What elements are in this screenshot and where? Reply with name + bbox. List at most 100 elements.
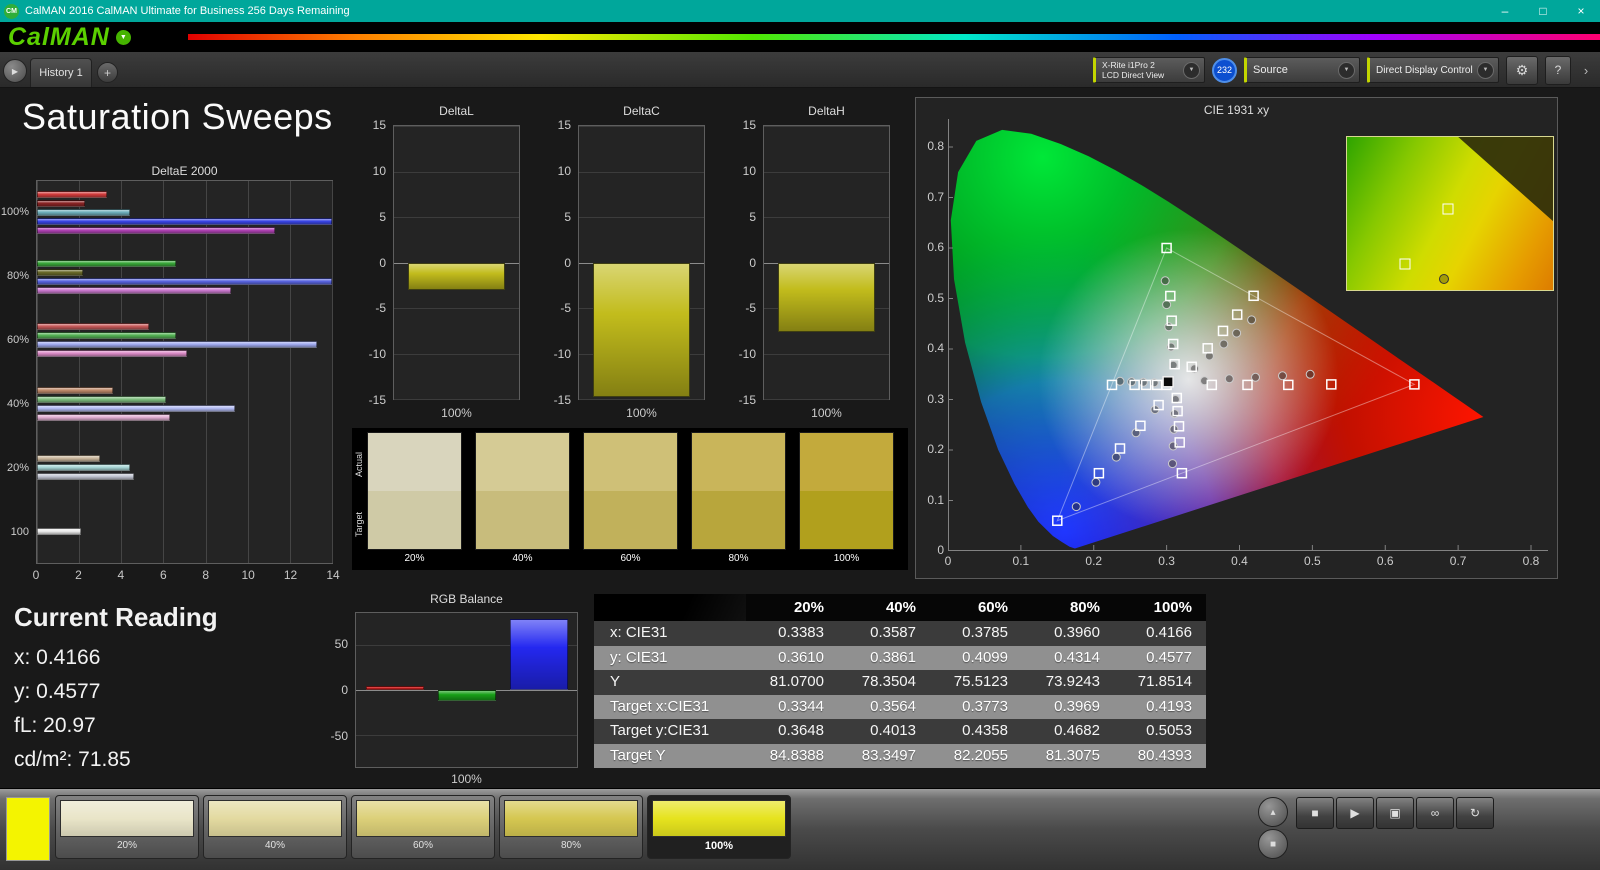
patch-button-100%[interactable]: 100% [647,795,791,859]
cie-axis-label: 0 [937,543,944,557]
deltac-xlabel: 100% [626,406,657,420]
axis-label: -10 [738,347,756,362]
actual-target-swatch: 20% [367,432,462,568]
cie-measured-point [1247,315,1257,325]
cie-measured-point [1305,369,1315,379]
swatch-colors [475,432,570,550]
table-cell: 75.5123 [930,670,1022,695]
swatch-actual-color [692,433,785,491]
deltae-bar [37,341,318,349]
cie-inset-target-point [1442,203,1454,215]
chevron-down-icon: ▼ [1477,61,1494,79]
rgb-balance-chart: RGB Balance 50 0 -50 100% [328,590,584,790]
cie-axis-label: 0.6 [1376,554,1394,568]
rgb-balance-title: RGB Balance [430,592,503,606]
deltae-bar [37,386,113,394]
source-dropdown[interactable]: Source ▼ [1244,57,1360,83]
collapse-up-button[interactable]: ▴ [1258,797,1288,827]
cie-axis-label: 0.2 [927,442,944,456]
axis-label: 15 [372,118,386,132]
save-button[interactable]: ▣ [1376,797,1414,829]
help-button[interactable]: ? [1545,55,1571,85]
axis-label: 0 [564,255,571,270]
patch-swatch [208,800,342,837]
swatch-actual-color [476,433,569,491]
tab-history-1[interactable]: History 1 [30,58,92,87]
settings-button[interactable]: ⚙ [1506,55,1538,85]
patch-button-20%[interactable]: 20% [55,795,199,859]
swatch-target-color [800,491,893,549]
gridline [356,735,577,737]
axis-label: -5 [745,301,756,316]
pattern-window-button[interactable]: ■ [1258,829,1288,859]
table-cell: 0.3648 [746,719,838,744]
table-row-label: x: CIE31 [594,621,746,646]
current-reading-heading: Current Reading [14,602,218,632]
deltae-gridline [332,181,333,563]
refresh-button[interactable]: ↻ [1456,797,1494,829]
play-button[interactable]: ▶ [1336,797,1374,829]
continuous-button[interactable]: ∞ [1416,797,1454,829]
deltae-bar [37,404,236,412]
cie-inset-measured-point [1438,274,1449,285]
tab-bar: ▶ History 1 + X-Rite i1Pro 2 LCD Direct … [0,52,1600,88]
chevron-up-icon: ▴ [1270,806,1276,818]
cie-measured-point [1232,328,1242,338]
axis-label: 10 [742,163,756,178]
add-tab-button[interactable]: + [97,62,118,83]
deltac-title: DeltaC [623,104,660,118]
actual-target-swatch: 80% [691,432,786,568]
gridline [394,126,519,127]
calman-logo-menu[interactable]: CalMAN ▼ [8,22,131,52]
table-cell: 0.3610 [746,645,838,670]
meter-dropdown[interactable]: X-Rite i1Pro 2 LCD Direct View ▼ [1093,57,1205,83]
calman-logo: CalMAN [8,22,110,51]
patch-button-60%[interactable]: 60% [351,795,495,859]
maximize-button[interactable]: □ [1524,0,1562,22]
deltah-xlabel: 100% [811,406,842,420]
cie-axis-label: 0.8 [1522,554,1540,568]
axis-label: 0 [379,255,386,270]
collapse-toolbar-button[interactable]: › [1578,57,1594,84]
deltae-tick-label: 10 [241,568,255,582]
current-fl: fL: 20.97 [14,714,96,737]
gridline [764,171,889,173]
table-row-label: Target y:CIE31 [594,719,746,744]
swatch-actual-color [368,433,461,491]
actual-target-swatch: 100% [799,432,894,568]
patch-button-40%[interactable]: 40% [203,795,347,859]
swatch-target-color [368,491,461,549]
table-cell: 0.3969 [1022,694,1114,719]
minimize-button[interactable]: – [1486,0,1524,22]
panel-toggle-button[interactable]: ▶ [3,59,27,83]
table-cell: 82.2055 [930,743,1022,768]
target-row-label: Target [354,511,364,537]
patch-label: 80% [560,840,581,851]
gridline [394,353,519,355]
swatch-label: 20% [404,553,425,564]
calman-window: CM CalMAN 2016 CalMAN Ultimate for Busin… [0,0,1600,870]
continuous-icon: ∞ [1430,806,1440,820]
swatch-colors [367,432,462,550]
deltae-axis-label: 20% [6,462,29,474]
table-cell: 0.3773 [930,694,1022,719]
close-button[interactable]: × [1562,0,1600,22]
patch-button-80%[interactable]: 80% [499,795,643,859]
table-cell: 0.3383 [746,621,838,646]
table-header-cell: 80% [1022,594,1114,621]
gridline [394,171,519,173]
swatch-label: 100% [833,553,860,564]
display-control-dropdown[interactable]: Direct Display Control ▼ [1367,57,1499,83]
swatch-colors [691,432,786,550]
cie-measured-point [1162,300,1172,310]
cie-measured-point [1111,452,1121,462]
deltae-bar [37,286,231,294]
stop-button[interactable]: ■ [1296,797,1334,829]
swatch-colors [583,432,678,550]
deltae-bar-group [37,436,332,500]
deltae-axis-label: 40% [6,398,29,410]
deltae-tick-label: 14 [326,568,340,582]
table-cell: 81.3075 [1022,743,1114,768]
table-row-label: Target Y [594,743,746,768]
table-corner-cell [594,594,746,621]
